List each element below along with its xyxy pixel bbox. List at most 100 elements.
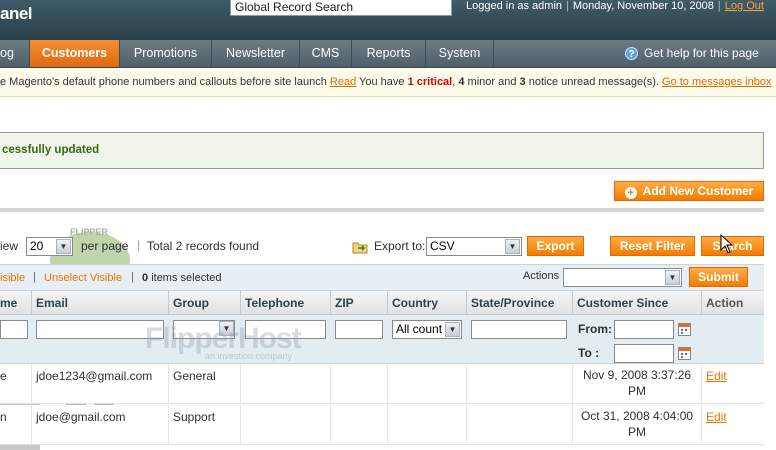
- col-email[interactable]: Email: [32, 291, 169, 315]
- filter-row: ▼ All count ▼ From: To :: [0, 315, 764, 364]
- cell-zip: [331, 364, 388, 404]
- filter-name-input[interactable]: [0, 320, 28, 339]
- edit-link[interactable]: Edit: [706, 410, 727, 424]
- logged-in-text: Logged in as admin: [466, 0, 563, 12]
- col-action: Action: [706, 296, 744, 310]
- notice-text: e Magento's default phone numbers and ca…: [0, 76, 327, 88]
- nav-item-customers[interactable]: Customers: [30, 40, 120, 67]
- notice-read-link[interactable]: Read: [330, 76, 356, 88]
- global-search-input[interactable]: [230, 0, 452, 16]
- col-name[interactable]: me: [0, 291, 32, 315]
- logout-link[interactable]: Log Out: [725, 0, 764, 12]
- help-label: Get help for this page: [644, 46, 759, 60]
- add-new-customer-button[interactable]: + Add New Customer: [614, 181, 764, 201]
- cell-email: jdoe@gmail.com: [32, 405, 169, 445]
- success-message: cessfully updated: [0, 132, 764, 169]
- cell-zip: [331, 405, 388, 445]
- nav-item-reports[interactable]: Reports: [352, 40, 426, 67]
- filter-zip-input[interactable]: [335, 320, 383, 339]
- per-page-select[interactable]: 20 ▼: [26, 237, 73, 256]
- search-button[interactable]: Search: [701, 236, 764, 256]
- pager-separator: |: [137, 238, 141, 252]
- selected-count-label: items selected: [151, 272, 222, 284]
- section-divider: [0, 208, 764, 212]
- chevron-down-icon: ▼: [665, 270, 680, 285]
- messages-inbox-link[interactable]: Go to messages inbox: [662, 76, 771, 88]
- massaction-bar: isible | Unselect Visible | 0 items sele…: [0, 264, 764, 291]
- user-info: Logged in as admin | Monday, November 10, …: [466, 0, 764, 12]
- chevron-down-icon: ▼: [219, 321, 234, 336]
- notice-count: 3: [519, 76, 526, 88]
- filter-country-value: All count: [396, 322, 443, 336]
- notice-you-have: You have: [359, 76, 405, 88]
- chevron-down-icon: ▼: [56, 239, 71, 254]
- edit-link[interactable]: Edit: [706, 369, 727, 383]
- panel-title: anel: [0, 4, 33, 23]
- export-icon: [352, 242, 368, 254]
- col-group[interactable]: Group: [169, 291, 241, 315]
- col-zip[interactable]: ZIP: [331, 291, 388, 315]
- current-date: Monday, November 10, 2008: [572, 0, 714, 12]
- cell-name: n: [0, 405, 32, 445]
- reset-filter-button[interactable]: Reset Filter: [610, 236, 695, 256]
- minor-text: minor and: [467, 76, 517, 88]
- per-page-label: per page: [81, 239, 129, 253]
- calendar-icon[interactable]: [678, 323, 691, 336]
- critical-count: 1 critical: [407, 76, 453, 88]
- nav-item-cms[interactable]: CMS: [300, 40, 352, 67]
- cell-state: [467, 405, 573, 445]
- selected-count: 0: [142, 272, 149, 284]
- col-state[interactable]: State/Province: [467, 291, 573, 315]
- total-records: Total 2 records found: [147, 239, 260, 253]
- cell-country: [388, 405, 467, 445]
- calendar-icon[interactable]: [678, 347, 691, 360]
- mascot-badge: FLIPPER: [70, 227, 109, 237]
- cell-email: jdoe1234@gmail.com: [32, 364, 169, 404]
- system-notice-bar: e Magento's default phone numbers and ca…: [0, 68, 776, 97]
- col-customer-since[interactable]: Customer Since: [573, 291, 702, 315]
- nav-item-system[interactable]: System: [426, 40, 494, 67]
- filter-email-input[interactable]: [36, 320, 164, 339]
- filter-to-date[interactable]: [614, 344, 674, 363]
- col-telephone[interactable]: Telephone: [241, 291, 331, 315]
- cell-telephone: [241, 364, 331, 404]
- help-icon: ?: [625, 46, 638, 60]
- magento-admin-window: anel Logged in as admin|Monday, November…: [0, 0, 776, 450]
- cell-group: Support: [169, 405, 241, 445]
- actions-select[interactable]: ▼: [563, 268, 682, 287]
- grid-header: me Email Group Telephone ZIP Country Sta…: [0, 291, 764, 315]
- filter-group-select[interactable]: ▼: [173, 320, 235, 339]
- export-to-label: Export to:: [374, 239, 426, 253]
- table-row[interactable]: n jdoe@gmail.com Support Oct 31, 2008 4:…: [0, 405, 764, 445]
- submit-button[interactable]: Submit: [689, 267, 748, 287]
- help-link[interactable]: ? Get help for this page: [625, 46, 759, 60]
- actions-label: Actions: [523, 270, 560, 282]
- nav-item-catalog[interactable]: og: [0, 40, 30, 67]
- nav-item-newsletter[interactable]: Newsletter: [212, 40, 300, 67]
- filter-country-select[interactable]: All count ▼: [392, 320, 462, 339]
- plus-icon: +: [624, 187, 637, 199]
- per-page-value: 20: [30, 239, 44, 253]
- nav-item-promotions[interactable]: Promotions: [120, 40, 212, 67]
- unselect-visible-link[interactable]: Unselect Visible: [44, 272, 122, 284]
- filter-from-date[interactable]: [614, 320, 674, 339]
- minor-count: 4: [458, 76, 465, 88]
- filter-telephone-input[interactable]: [245, 320, 326, 339]
- cell-customer-since: Oct 31, 2008 4:04:00 PM: [573, 405, 702, 445]
- selected-count-text: 0 items selected: [142, 272, 222, 284]
- col-country[interactable]: Country: [388, 291, 467, 315]
- export-button[interactable]: Export: [527, 236, 584, 256]
- cell-group: General: [169, 364, 241, 404]
- cell-name: e: [0, 364, 32, 404]
- notice-count-text: notice unread message(s).: [528, 76, 659, 88]
- view-label: iew: [0, 239, 19, 253]
- table-row[interactable]: e jdoe1234@gmail.com General Nov 9, 2008…: [0, 364, 764, 404]
- to-label: To :: [578, 346, 600, 360]
- select-visible-link[interactable]: isible: [0, 272, 25, 284]
- cell-telephone: [241, 405, 331, 445]
- chevron-down-icon: ▼: [505, 239, 520, 254]
- chevron-down-icon: ▼: [445, 322, 460, 337]
- cell-customer-since: Nov 9, 2008 3:37:26 PM: [573, 364, 702, 404]
- export-format-select[interactable]: CSV ▼: [426, 237, 522, 256]
- filter-state-input[interactable]: [471, 320, 567, 339]
